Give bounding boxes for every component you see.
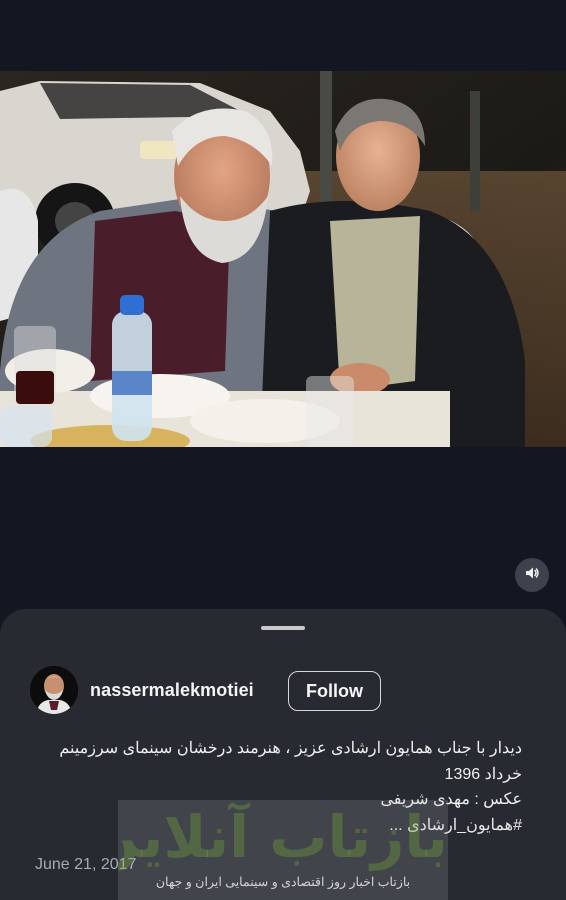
caption-line: خرداد 1396 [444,765,522,783]
instagram-post-screen: nassermalekmotiei Follow دیدار با جناب ه… [0,0,566,900]
follow-button[interactable]: Follow [288,671,381,711]
watermark-logo-text: بازتاب آنلاین [118,803,448,871]
watermark-tagline: بازتاب اخبار روز اقتصادی و سینمایی ایران… [155,875,411,889]
profile-avatar-icon [30,666,78,714]
caption-line: دیدار با جناب همایون ارشادی عزیز ، هنرمن… [59,740,522,757]
mute-button[interactable] [515,558,549,592]
drag-handle[interactable] [261,626,305,630]
post-photo[interactable] [0,71,566,447]
post-photo-illustration [0,71,566,447]
speaker-muted-icon [524,565,540,586]
watermark: بازتاب آنلاین بازتاب اخبار روز اقتصادی و… [118,800,448,900]
avatar[interactable] [30,666,78,714]
username-link[interactable]: nassermalekmotiei [90,680,254,701]
